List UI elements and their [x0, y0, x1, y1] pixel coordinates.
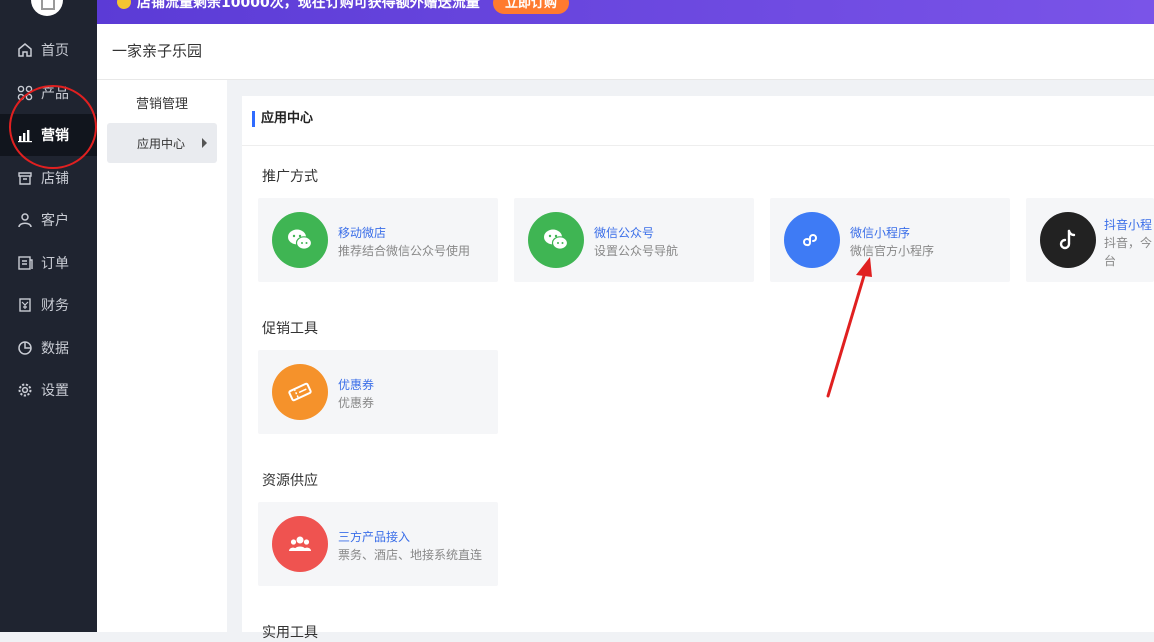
sidebar-item-label: 营销	[41, 128, 69, 144]
sidebar-item-data[interactable]: 数据	[0, 327, 97, 369]
card-desc: 设置公众号导航	[594, 244, 679, 258]
grid-icon	[17, 85, 33, 101]
divider	[242, 145, 1154, 146]
order-now-button[interactable]: 立即订购	[493, 0, 570, 14]
subnav-item-app-center[interactable]: 应用中心	[107, 123, 217, 163]
card-desc: 优惠券	[338, 396, 375, 410]
card-desc-line2: 台	[1104, 254, 1117, 268]
subnav: 营销管理 应用中心	[97, 80, 227, 632]
sidebar-item-order[interactable]: 订单	[0, 242, 97, 284]
banner-text: 店铺流量剩余10000次，现在订购可获得额外赠送流量	[137, 0, 480, 11]
card-title: 三方产品接入	[338, 530, 411, 544]
logo	[31, 0, 63, 16]
card-title: 优惠券	[338, 378, 375, 392]
sidebar-item-marketing[interactable]: 营销	[0, 114, 97, 156]
sidebar-item-label: 财务	[41, 298, 69, 314]
sidebar-item-label: 订单	[41, 256, 69, 272]
card-coupon[interactable]: 优惠券 优惠券	[258, 350, 498, 434]
sidebar-item-product[interactable]: 产品	[0, 72, 97, 114]
finance-icon	[17, 297, 33, 313]
sidebar-item-label: 数据	[41, 341, 69, 357]
sidebar: 首页 产品 营销 店铺 客户 订单 财务 数据 设置	[0, 0, 97, 632]
card-title: 微信小程序	[850, 226, 911, 240]
wechat-icon	[528, 212, 584, 268]
card-douyin-mini-program[interactable]: 抖音小程 抖音，今 台	[1026, 198, 1154, 282]
sidebar-item-label: 产品	[41, 86, 69, 102]
home-icon	[17, 42, 33, 58]
user-icon	[17, 212, 33, 228]
subnav-title: 营销管理	[135, 97, 188, 112]
card-wechat-mini-program[interactable]: 微信小程序 微信官方小程序	[770, 198, 1010, 282]
gear-icon	[17, 382, 33, 398]
sidebar-item-store[interactable]: 店铺	[0, 157, 97, 199]
promo-banner: 店铺流量剩余10000次，现在订购可获得额外赠送流量 立即订购	[97, 0, 1154, 24]
header: 一家亲子乐园	[97, 24, 1154, 80]
card-title: 移动微店	[338, 226, 387, 240]
sidebar-item-customer[interactable]: 客户	[0, 199, 97, 241]
sidebar-item-home[interactable]: 首页	[0, 29, 97, 71]
section-title: 实用工具	[262, 625, 318, 641]
card-desc: 抖音，今	[1104, 236, 1153, 250]
sidebar-item-settings[interactable]: 设置	[0, 369, 97, 411]
group-icon	[272, 516, 328, 572]
sidebar-item-label: 首页	[41, 43, 69, 59]
card-third-party-products[interactable]: 三方产品接入 票务、酒店、地接系统直连	[258, 502, 498, 586]
warning-icon	[117, 0, 131, 9]
section-title: 资源供应	[262, 473, 318, 489]
bar-chart-icon	[17, 127, 33, 143]
main-content: 应用中心 推广方式 移动微店 推荐结合微信公众号使用 微信公众号 设置公众号导航…	[242, 96, 1154, 641]
order-icon	[17, 255, 33, 271]
card-desc: 票务、酒店、地接系统直连	[338, 548, 483, 562]
section-title: 促销工具	[262, 321, 318, 337]
card-desc: 推荐结合微信公众号使用	[338, 244, 471, 258]
card-mobile-shop[interactable]: 移动微店 推荐结合微信公众号使用	[258, 198, 498, 282]
store-name: 一家亲子乐园	[112, 42, 203, 60]
sidebar-item-label: 店铺	[41, 171, 69, 187]
sidebar-item-finance[interactable]: 财务	[0, 284, 97, 326]
card-wechat-official[interactable]: 微信公众号 设置公众号导航	[514, 198, 754, 282]
sidebar-item-label: 设置	[41, 383, 69, 399]
pie-chart-icon	[17, 340, 33, 356]
tiktok-icon	[1040, 212, 1096, 268]
caret-right-icon	[202, 138, 207, 148]
sidebar-item-label: 客户	[41, 213, 69, 229]
wechat-icon	[272, 212, 328, 268]
card-desc: 微信官方小程序	[850, 244, 935, 258]
store-icon	[17, 170, 33, 186]
subnav-item-label: 应用中心	[137, 136, 186, 151]
section-title: 推广方式	[262, 169, 318, 185]
card-title: 抖音小程	[1104, 218, 1153, 232]
coupon-icon	[272, 364, 328, 420]
card-title: 微信公众号	[594, 226, 655, 240]
mini-program-icon	[784, 212, 840, 268]
page-title: 应用中心	[252, 111, 313, 127]
